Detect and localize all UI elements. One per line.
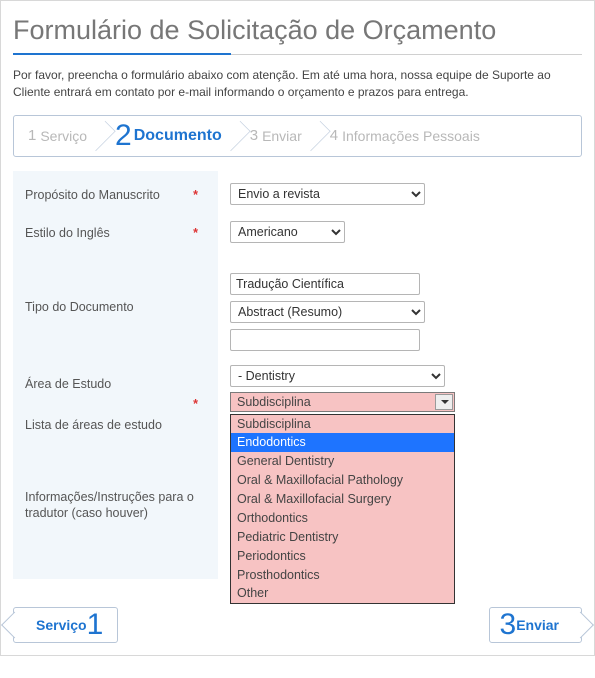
step-label: Enviar [262, 128, 302, 144]
option-oral-max-surgery[interactable]: Oral & Maxillofacial Surgery [231, 490, 454, 509]
option-subdisciplina[interactable]: Subdisciplina [231, 415, 454, 434]
field-proposito: Envio a revista [218, 177, 582, 215]
prev-number: 1 [87, 610, 104, 640]
intro-text: Por favor, preencha o formulário abaixo … [13, 67, 582, 101]
subdisciplina-dropdown[interactable]: Subdisciplina Subdisciplina Endodontics … [230, 392, 570, 412]
step-number: 2 [115, 121, 132, 151]
quote-form-page: Formulário de Solicitação de Orçamento P… [0, 0, 595, 656]
title-underline [13, 54, 582, 55]
area-estudo-select[interactable]: - Dentistry [230, 365, 445, 387]
labels-column: Propósito do Manuscrito * Estilo do Ingl… [13, 171, 218, 579]
option-endodontics[interactable]: Endodontics [231, 433, 454, 452]
tipo-documento-select[interactable]: Abstract (Resumo) [230, 301, 425, 323]
option-other[interactable]: Other [231, 584, 454, 603]
option-prosthodontics[interactable]: Prosthodontics [231, 566, 454, 585]
field-label: Estilo do Inglês [25, 225, 110, 242]
label-estilo: Estilo do Inglês * [13, 215, 218, 253]
required-marker: * [193, 187, 198, 204]
step-number: 4 [330, 127, 338, 144]
option-pediatric-dentistry[interactable]: Pediatric Dentistry [231, 528, 454, 547]
form-area: Propósito do Manuscrito * Estilo do Ingl… [13, 171, 582, 579]
next-step-button[interactable]: 3 Enviar [489, 607, 583, 643]
required-marker: * [193, 225, 198, 242]
inputs-column: Envio a revista Americano Abstract (Resu… [218, 171, 582, 579]
subdisciplina-value: Subdisciplina [237, 395, 311, 409]
step-informacoes-pessoais[interactable]: 4 Informações Pessoais [316, 116, 494, 156]
tipo-documento-extra[interactable] [230, 329, 420, 351]
field-area-estudo: - Dentistry Subdisciplina Subdisciplina … [218, 363, 582, 407]
step-label: Informações Pessoais [342, 128, 480, 144]
chevron-down-icon [441, 400, 449, 404]
step-number: 3 [250, 127, 258, 144]
label-lista-areas: Lista de áreas de estudo [13, 407, 218, 479]
required-marker: * [193, 396, 198, 413]
option-oral-max-path[interactable]: Oral & Maxillofacial Pathology [231, 471, 454, 490]
label-instrucoes-tradutor: Informações/Instruções para o tradutor (… [13, 479, 218, 579]
field-label: Informações/Instruções para o tradutor (… [25, 490, 194, 521]
footer-navigation: Serviço 1 3 Enviar [13, 607, 582, 643]
field-label: Lista de áreas de estudo [25, 418, 162, 432]
label-proposito: Propósito do Manuscrito * [13, 177, 218, 215]
field-label: Tipo do Documento [25, 299, 134, 316]
label-tipo-documento: Tipo do Documento [13, 253, 218, 363]
step-number: 1 [28, 127, 36, 144]
page-title: Formulário de Solicitação de Orçamento [13, 15, 582, 46]
next-label: Enviar [516, 617, 559, 633]
field-label: Propósito do Manuscrito [25, 187, 160, 204]
next-number: 3 [500, 610, 517, 640]
prev-step-button[interactable]: Serviço 1 [13, 607, 118, 643]
step-label: Serviço [40, 128, 87, 144]
step-servico[interactable]: 1 Serviço [14, 116, 101, 156]
option-periodontics[interactable]: Periodontics [231, 547, 454, 566]
step-documento[interactable]: 2 Documento [101, 116, 236, 156]
label-area-estudo: Área de Estudo * [13, 363, 218, 407]
subdisciplina-display[interactable]: Subdisciplina [230, 392, 455, 412]
tipo-documento-text[interactable] [230, 273, 420, 295]
subdisciplina-options-list: Subdisciplina Endodontics General Dentis… [230, 414, 455, 605]
prev-label: Serviço [36, 617, 87, 633]
step-enviar[interactable]: 3 Enviar [236, 116, 316, 156]
step-label: Documento [134, 127, 222, 145]
field-label: Área de Estudo [25, 376, 111, 393]
estilo-select[interactable]: Americano [230, 221, 345, 243]
option-general-dentistry[interactable]: General Dentistry [231, 452, 454, 471]
field-tipo-documento: Abstract (Resumo) [218, 253, 582, 363]
field-estilo: Americano [218, 215, 582, 253]
step-indicator: 1 Serviço 2 Documento 3 Enviar 4 Informa… [13, 115, 582, 157]
proposito-select[interactable]: Envio a revista [230, 183, 425, 205]
option-orthodontics[interactable]: Orthodontics [231, 509, 454, 528]
